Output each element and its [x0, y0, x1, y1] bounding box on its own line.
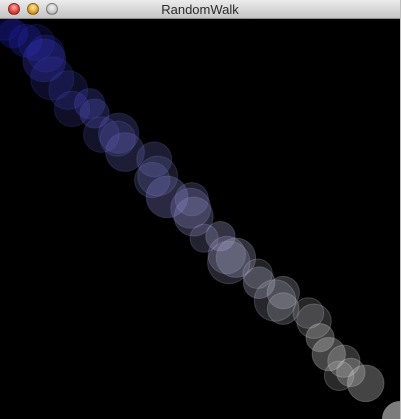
resize-grip-icon[interactable]	[374, 393, 400, 419]
title-bar[interactable]: RandomWalk	[0, 0, 400, 19]
walk-trail	[0, 19, 385, 403]
random-walk-drawing	[0, 19, 385, 403]
random-walk-canvas[interactable]	[0, 19, 400, 419]
window-title: RandomWalk	[161, 2, 239, 17]
app-window: RandomWalk	[0, 0, 401, 419]
